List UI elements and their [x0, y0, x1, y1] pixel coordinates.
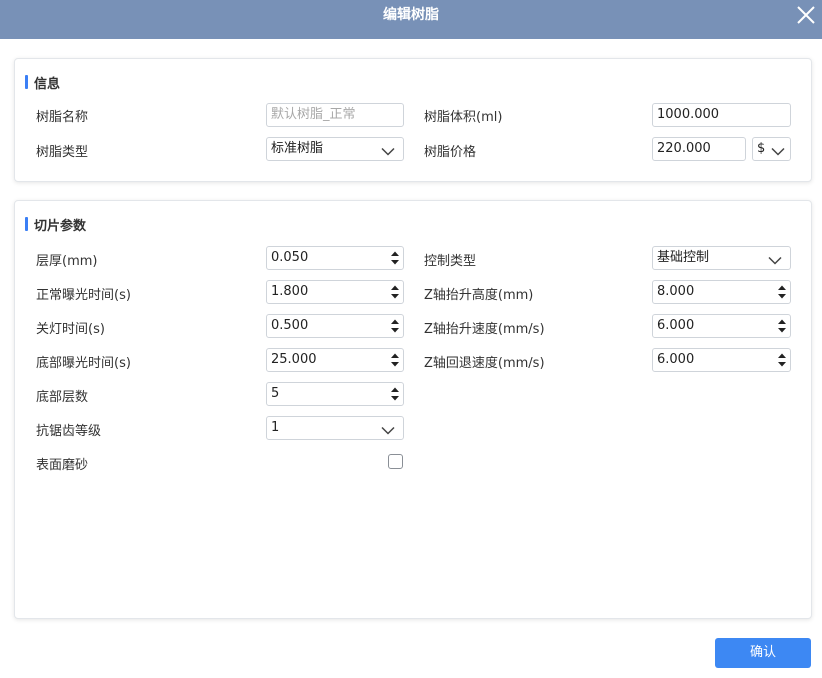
resin-volume-label: 树脂体积(ml) — [424, 110, 503, 125]
chevron-down-icon — [768, 254, 782, 265]
info-section: 信息 树脂名称 默认树脂_正常 树脂体积(ml) 1000.000 树脂类型 标… — [14, 58, 812, 182]
z-retract-speed-label: Z轴回退速度(mm/s) — [424, 356, 545, 371]
z-lift-speed-spinbox[interactable]: 6.000 — [652, 314, 791, 338]
spin-arrows-icon[interactable] — [391, 352, 399, 368]
z-lift-speed-label: Z轴抬升速度(mm/s) — [424, 322, 545, 337]
bottom-layers-label: 底部层数 — [36, 390, 89, 405]
currency-select[interactable]: $ — [752, 137, 791, 161]
control-type-select[interactable]: 基础控制 — [652, 246, 791, 270]
light-off-time-label: 关灯时间(s) — [36, 322, 105, 337]
resin-price-field[interactable]: 220.000 — [652, 137, 746, 161]
confirm-button[interactable]: 确认 — [715, 638, 811, 668]
close-icon[interactable] — [795, 4, 817, 26]
spin-arrows-icon[interactable] — [778, 284, 786, 300]
surface-frosting-label: 表面磨砂 — [36, 458, 89, 473]
light-off-time-spinbox[interactable]: 0.500 — [266, 314, 404, 338]
resin-price-label: 树脂价格 — [424, 145, 477, 160]
spin-arrows-icon[interactable] — [391, 284, 399, 300]
layer-thickness-label: 层厚(mm) — [36, 254, 98, 269]
z-lift-height-spinbox[interactable]: 8.000 — [652, 280, 791, 304]
antialias-level-label: 抗锯齿等级 — [36, 424, 102, 439]
resin-name-label: 树脂名称 — [36, 110, 89, 125]
surface-frosting-checkbox[interactable] — [388, 454, 403, 469]
antialias-level-select[interactable]: 1 — [266, 416, 404, 440]
info-section-title: 信息 — [25, 74, 60, 92]
control-type-label: 控制类型 — [424, 254, 477, 269]
resin-type-label: 树脂类型 — [36, 145, 89, 160]
resin-type-select[interactable]: 标准树脂 — [266, 137, 404, 161]
section-accent-bar — [25, 75, 28, 89]
slice-section-title: 切片参数 — [25, 216, 86, 234]
dialog-titlebar: 编辑树脂 — [0, 0, 822, 39]
chevron-down-icon — [381, 424, 395, 435]
slice-params-section: 切片参数 层厚(mm) 0.050 正常曝光时间(s) 1.800 关灯时间(s… — [14, 200, 812, 619]
normal-exposure-label: 正常曝光时间(s) — [36, 288, 131, 303]
spin-arrows-icon[interactable] — [778, 352, 786, 368]
spin-arrows-icon[interactable] — [391, 318, 399, 334]
chevron-down-icon — [381, 145, 395, 156]
chevron-down-icon — [771, 145, 785, 156]
bottom-exposure-spinbox[interactable]: 25.000 — [266, 348, 404, 372]
resin-volume-field[interactable]: 1000.000 — [652, 103, 791, 127]
z-retract-speed-spinbox[interactable]: 6.000 — [652, 348, 791, 372]
normal-exposure-spinbox[interactable]: 1.800 — [266, 280, 404, 304]
resin-name-field[interactable]: 默认树脂_正常 — [266, 103, 404, 127]
dialog-title: 编辑树脂 — [383, 7, 439, 23]
spin-arrows-icon[interactable] — [391, 386, 399, 402]
bottom-exposure-label: 底部曝光时间(s) — [36, 356, 131, 371]
layer-thickness-spinbox[interactable]: 0.050 — [266, 246, 404, 270]
spin-arrows-icon[interactable] — [778, 318, 786, 334]
bottom-layers-spinbox[interactable]: 5 — [266, 382, 404, 406]
section-accent-bar — [25, 217, 28, 231]
spin-arrows-icon[interactable] — [391, 250, 399, 266]
z-lift-height-label: Z轴抬升高度(mm) — [424, 288, 534, 303]
